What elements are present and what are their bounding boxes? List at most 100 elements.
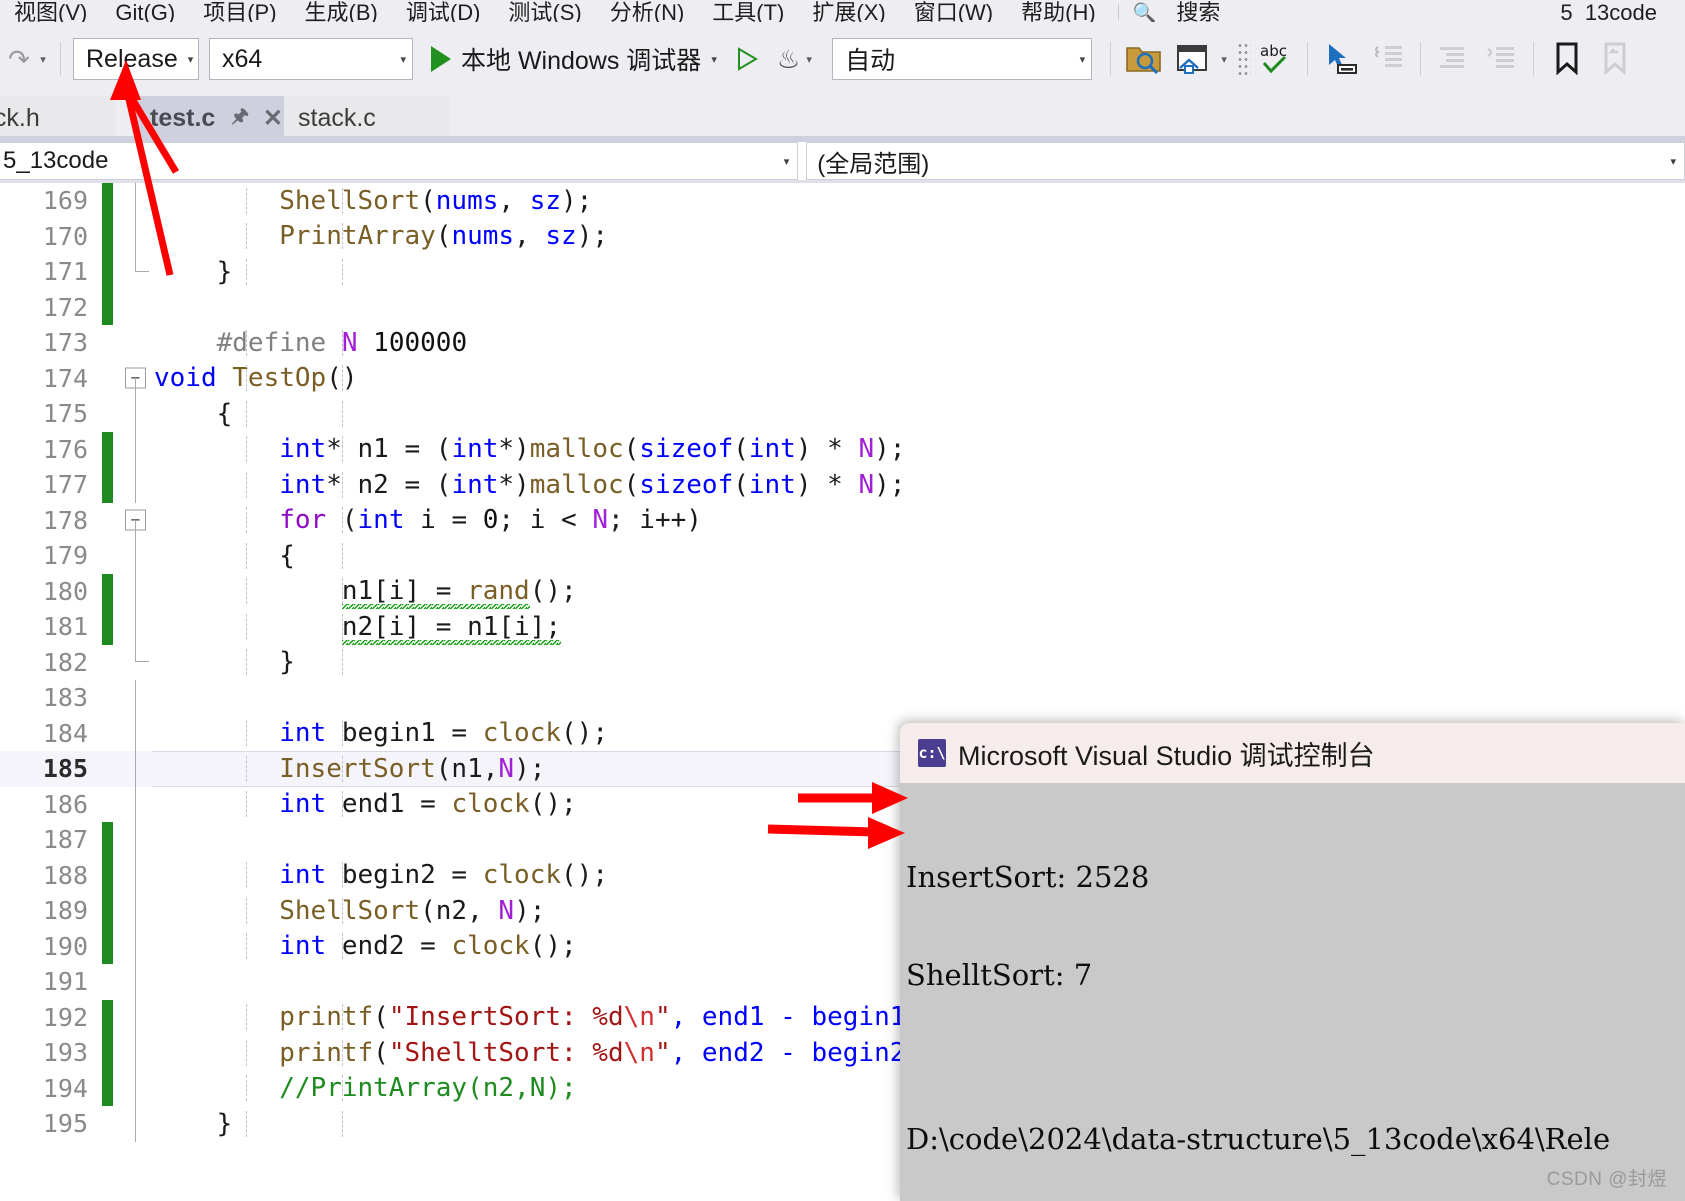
change-margin[interactable] — [96, 999, 122, 1035]
menu-search-label[interactable]: 搜索 — [1162, 0, 1234, 22]
code-text[interactable]: n1[i] = rand(); — [150, 576, 577, 610]
outlining-margin[interactable] — [122, 573, 150, 609]
change-margin[interactable] — [96, 289, 122, 325]
change-margin[interactable] — [96, 716, 122, 752]
code-text[interactable]: PrintArray(nums, sz); — [150, 223, 608, 250]
outlining-margin[interactable]: − — [122, 361, 150, 396]
outlining-margin[interactable] — [122, 1070, 150, 1106]
outlining-margin[interactable] — [122, 786, 150, 822]
undo-icon[interactable]: ↷ — [4, 44, 34, 74]
code-text[interactable]: InsertSort(n1,N); — [150, 755, 545, 782]
code-text[interactable]: ShellSort(n2, N); — [150, 897, 545, 924]
change-margin[interactable] — [96, 787, 122, 823]
outlining-margin[interactable] — [122, 857, 150, 893]
debug-console-window[interactable]: c:\ Microsoft Visual Studio 调试控制台 Insert… — [900, 723, 1685, 1201]
outlining-margin[interactable] — [122, 964, 150, 1000]
change-margin[interactable] — [96, 609, 122, 645]
tab-stack-h[interactable]: ack.h — [0, 96, 116, 140]
code-line[interactable]: 178 − for (int i = 0; i < N; i++) — [0, 503, 1685, 539]
code-text[interactable]: int begin2 = clock(); — [150, 862, 608, 889]
code-text[interactable]: #define N 100000 — [150, 329, 467, 356]
drag-dots-icon[interactable] — [1237, 42, 1252, 76]
bookmark-prev-icon[interactable] — [1592, 36, 1638, 82]
outlining-margin[interactable] — [122, 396, 150, 432]
close-icon[interactable]: ✕ — [263, 104, 283, 133]
solution-configuration-dropdown[interactable]: Release ▾ — [73, 38, 199, 80]
outlining-margin[interactable] — [122, 538, 150, 574]
outlining-margin[interactable] — [122, 183, 150, 219]
folder-search-icon[interactable] — [1121, 36, 1167, 82]
code-line[interactable]: 174 −void TestOp() — [0, 361, 1685, 396]
change-margin[interactable] — [96, 183, 122, 219]
start-without-debugging-button[interactable] — [735, 46, 759, 72]
code-text[interactable]: int end1 = clock(); — [150, 791, 577, 818]
comment-block-icon[interactable] — [1366, 36, 1412, 82]
code-text[interactable]: //PrintArray(n2,N); — [150, 1075, 577, 1102]
outlining-margin[interactable] — [122, 680, 150, 716]
code-text[interactable]: int end2 = clock(); — [150, 933, 577, 960]
outlining-margin[interactable] — [122, 467, 150, 503]
code-line[interactable]: 183 — [0, 680, 1685, 716]
change-margin[interactable] — [96, 928, 122, 964]
code-text[interactable]: { — [150, 400, 343, 427]
code-line[interactable]: 170 PrintArray(nums, sz); — [0, 218, 1685, 254]
outlining-margin[interactable] — [122, 218, 150, 254]
change-margin[interactable] — [96, 857, 122, 893]
change-margin[interactable] — [96, 1106, 122, 1142]
code-line[interactable]: 182 } — [0, 644, 1685, 681]
code-text[interactable]: printf("ShelltSort: %d\n", end2 - begin2… — [150, 1039, 937, 1066]
hot-reload-caret-icon[interactable]: ▾ — [800, 53, 818, 66]
outlining-margin[interactable] — [122, 254, 150, 290]
change-margin[interactable] — [96, 893, 122, 929]
outlining-margin[interactable] — [122, 928, 150, 964]
change-margin[interactable] — [96, 503, 122, 539]
outlining-margin[interactable] — [122, 999, 150, 1035]
code-line[interactable]: 173 #define N 100000 — [0, 325, 1685, 361]
code-line[interactable]: 171 } — [0, 254, 1685, 290]
change-margin[interactable] — [96, 254, 122, 290]
menu-item-build[interactable]: 生成(B) — [291, 0, 392, 22]
code-text[interactable]: n2[i] = n1[i]; — [150, 611, 561, 645]
chevron-down-icon[interactable]: ▾ — [711, 53, 717, 66]
code-text[interactable]: int* n1 = (int*)malloc(sizeof(int) * N); — [150, 436, 905, 463]
menu-item-window[interactable]: 窗口(W) — [900, 0, 1007, 22]
outlining-margin[interactable] — [122, 325, 150, 361]
menu-item-project[interactable]: 项目(P) — [189, 0, 290, 22]
bookmark-icon[interactable] — [1544, 36, 1590, 82]
change-margin[interactable] — [96, 325, 122, 361]
change-margin[interactable] — [96, 1070, 122, 1106]
outlining-margin[interactable] — [122, 609, 150, 645]
change-margin[interactable] — [96, 538, 122, 574]
outlining-margin[interactable] — [122, 822, 150, 858]
start-debugging-button[interactable]: 本地 Windows 调试器 ▾ — [429, 36, 719, 82]
code-text[interactable]: } — [150, 1110, 343, 1137]
code-text[interactable]: void TestOp() — [150, 365, 358, 392]
increase-indent-icon[interactable] — [1479, 36, 1525, 82]
code-line[interactable]: 179 { — [0, 538, 1685, 574]
code-line[interactable]: 175 { — [0, 396, 1685, 432]
change-margin[interactable] — [96, 218, 122, 254]
code-text[interactable]: ShellSort(nums, sz); — [150, 187, 592, 214]
code-text[interactable]: int* n2 = (int*)malloc(sizeof(int) * N); — [150, 471, 905, 498]
menu-item-analyze[interactable]: 分析(N) — [596, 0, 699, 22]
decrease-indent-icon[interactable] — [1431, 36, 1477, 82]
code-line[interactable]: 177 int* n2 = (int*)malloc(sizeof(int) *… — [0, 467, 1685, 503]
code-line[interactable]: 181 n2[i] = n1[i]; — [0, 609, 1685, 645]
solution-platform-dropdown[interactable]: x64 ▾ — [209, 38, 413, 80]
select-tool-icon[interactable] — [1318, 36, 1364, 82]
code-line[interactable]: 180 n1[i] = rand(); — [0, 573, 1685, 610]
menu-item-test[interactable]: 测试(S) — [494, 0, 595, 22]
code-line[interactable]: 172 — [0, 289, 1685, 325]
spellcheck-abc-icon[interactable]: abc — [1253, 36, 1299, 82]
change-margin[interactable] — [96, 573, 122, 609]
outlining-margin[interactable] — [122, 644, 150, 681]
hot-reload-icon[interactable]: ♨ — [777, 44, 800, 75]
project-scope-dropdown[interactable]: 5_13code ▾ — [0, 142, 799, 180]
change-margin[interactable] — [96, 751, 122, 787]
outlining-margin[interactable] — [122, 1035, 150, 1071]
code-text[interactable]: } — [150, 649, 343, 676]
change-margin[interactable] — [96, 1035, 122, 1071]
menu-item-help[interactable]: 帮助(H) — [1007, 0, 1110, 22]
pin-icon[interactable]: 🖈 — [231, 102, 249, 134]
menu-item-debug[interactable]: 调试(D) — [392, 0, 495, 22]
